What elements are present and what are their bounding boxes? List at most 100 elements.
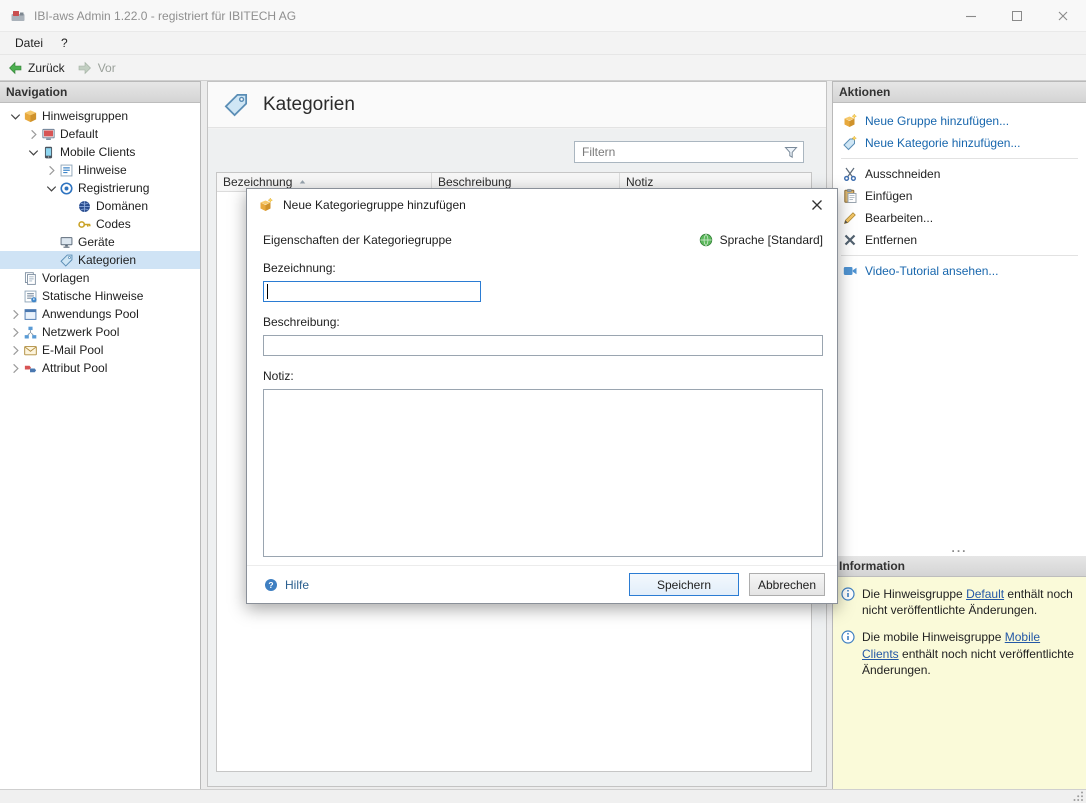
info-message-text: Die Hinweisgruppe Default enthält noch n… [862,586,1079,618]
language-selector-label: Sprache [Standard] [719,233,823,247]
info-icon [840,629,856,645]
chevron-collapsed-icon[interactable] [44,163,59,178]
action-einfügen[interactable]: Einfügen [833,185,1086,207]
minimize-button[interactable] [948,0,994,32]
bezeichnung-field[interactable] [263,281,481,302]
key-icon [77,217,92,232]
dialog-footer: ? Hilfe Speichern Abbrechen [247,565,837,603]
filter-icon[interactable] [783,144,799,160]
tree-item-hinweise[interactable]: Hinweise [0,161,200,179]
new-category-icon [842,135,858,151]
navigation-panel-header: Navigation [0,82,200,103]
column-header-label: Bezeichnung [223,175,293,189]
bezeichnung-label: Bezeichnung: [263,261,336,275]
action-ausschneiden[interactable]: Ausschneiden [833,163,1086,185]
tree-item-statische-hinweise[interactable]: Statische Hinweise [0,287,200,305]
attribute-pool-icon [23,361,38,376]
edit-icon [842,210,858,226]
minimize-icon [963,8,979,24]
action-neue-gruppe-hinzufügen[interactable]: Neue Gruppe hinzufügen... [833,110,1086,132]
chevron-collapsed-icon[interactable] [8,361,23,376]
action-entfernen[interactable]: Entfernen [833,229,1086,251]
notiz-field[interactable] [263,389,823,557]
chevron-expanded-icon[interactable] [8,109,23,124]
back-button[interactable]: Zurück [7,60,65,76]
action-label: Neue Gruppe hinzufügen... [865,114,1010,128]
info-message-prefix: Die mobile Hinweisgruppe [862,630,1005,645]
email-pool-icon [23,343,38,358]
globe-icon [698,232,714,248]
actions-list: Neue Gruppe hinzufügen... Neue Kategorie … [833,103,1086,282]
information-list: Die Hinweisgruppe Default enthält noch n… [833,577,1086,687]
paste-icon [842,188,858,204]
help-button[interactable]: ? Hilfe [263,577,629,593]
cancel-button[interactable]: Abbrechen [749,573,825,596]
language-selector[interactable]: Sprache [Standard] [698,232,823,248]
maximize-button[interactable] [994,0,1040,32]
dialog-close-button[interactable] [801,189,833,220]
chevron-collapsed-icon[interactable] [8,343,23,358]
action-label: Video-Tutorial ansehen... [865,264,999,278]
content-header: Kategorien [208,82,826,128]
tree-item-e-mail-pool[interactable]: E-Mail Pool [0,341,200,359]
tree-item-anwendungs-pool[interactable]: Anwendungs Pool [0,305,200,323]
menubar: Datei ? [0,32,1086,54]
window-controls [948,0,1086,32]
forward-button[interactable]: Vor [77,60,116,76]
cut-icon [842,166,858,182]
tree-item-vorlagen[interactable]: Vorlagen [0,269,200,287]
tree-item-hinweisgruppen[interactable]: Hinweisgruppen [0,107,200,125]
save-button[interactable]: Speichern [629,573,739,596]
tree-item-label: Hinweise [78,163,127,177]
statusbar [0,789,1086,803]
template-icon [23,271,38,286]
beschreibung-field[interactable] [263,335,823,356]
chevron-expanded-icon[interactable] [44,181,59,196]
tree-item-codes[interactable]: Codes [0,215,200,233]
action-label: Bearbeiten... [865,211,934,225]
tree-item-label: Statische Hinweise [42,289,144,303]
close-button[interactable] [1040,0,1086,32]
tree-item-netzwerk-pool[interactable]: Netzwerk Pool [0,323,200,341]
action-bearbeiten[interactable]: Bearbeiten... [833,207,1086,229]
chevron-collapsed-icon[interactable] [8,325,23,340]
toolbar: Zurück Vor [0,54,1086,81]
actions-panel-header: Aktionen [833,82,1086,103]
filter-input[interactable] [582,145,783,159]
sort-asc-icon [297,177,308,188]
chevron-collapsed-icon[interactable] [8,307,23,322]
chevron-collapsed-icon[interactable] [26,127,41,142]
info-message-link[interactable]: Default [966,587,1004,601]
category-icon [59,253,74,268]
menu-item-help[interactable]: ? [52,34,77,52]
tree-item-label: Kategorien [78,253,137,267]
actions-separator [841,158,1078,159]
tree-item-kategorien[interactable]: Kategorien [0,251,200,269]
chevron-expanded-icon[interactable] [26,145,41,160]
svg-text:?: ? [268,580,273,590]
text-caret [267,284,268,299]
info-icon [840,586,856,602]
actions-overflow[interactable]: ... [833,541,1086,555]
tree-item-label: Registrierung [78,181,150,195]
action-label: Ausschneiden [865,167,941,181]
tree-item-attribut-pool[interactable]: Attribut Pool [0,359,200,377]
action-video-tutorial-ansehen[interactable]: Video-Tutorial ansehen... [833,260,1086,282]
tree-item-mobile-clients[interactable]: Mobile Clients [0,143,200,161]
information-panel: Information Die Hinweisgruppe Default en… [832,556,1086,789]
tree-item-registrierung[interactable]: Registrierung [0,179,200,197]
tree-item-default[interactable]: Default [0,125,200,143]
beschreibung-label: Beschreibung: [263,315,340,329]
tree-item-label: Geräte [78,235,115,249]
tree-item-label: Default [60,127,99,141]
tree-item-label: Attribut Pool [42,361,108,375]
action-neue-kategorie-hinzufügen[interactable]: Neue Kategorie hinzufügen... [833,132,1086,154]
tree-item-geräte[interactable]: Geräte [0,233,200,251]
new-group-dialog-icon [258,197,274,213]
info-message: Die mobile Hinweisgruppe Mobile Clients … [840,629,1079,678]
tree-item-domänen[interactable]: Domänen [0,197,200,215]
menu-item-datei[interactable]: Datei [6,34,52,52]
resize-grip-icon[interactable] [1072,790,1084,802]
actions-panel: Aktionen Neue Gruppe hinzufügen... Neue K… [832,81,1086,556]
